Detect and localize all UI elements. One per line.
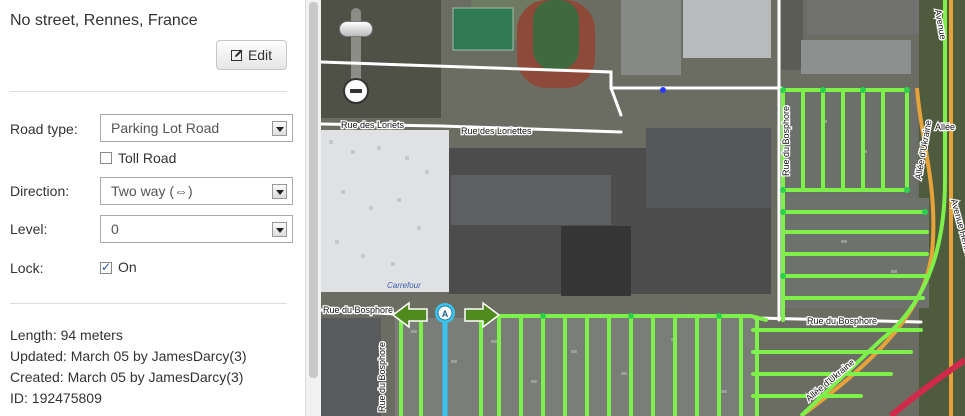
zoom-out-button[interactable] <box>343 78 369 104</box>
zoom-slider-handle[interactable] <box>339 21 373 37</box>
store-label: Carrefour <box>387 281 421 290</box>
street-label: Rue du Bosphore <box>807 316 877 326</box>
segment-id: ID: 192475809 <box>10 390 102 406</box>
lock-checkbox[interactable] <box>100 260 112 274</box>
road-type-label: Road type: <box>10 121 78 137</box>
lock-value-label: On <box>118 259 137 275</box>
road-type-select[interactable]: Parking Lot Road <box>100 114 293 142</box>
level-value: 0 <box>111 221 119 237</box>
panel-scrollbar[interactable] <box>305 0 321 416</box>
divider <box>10 303 287 304</box>
chevron-down-icon <box>272 222 287 237</box>
node-a-marker: A <box>442 309 449 319</box>
street-label: Rue du Bosphore <box>323 305 393 315</box>
direction-label: Direction: <box>10 183 70 199</box>
road-type-value: Parking Lot Road <box>111 120 220 136</box>
chevron-down-icon <box>272 184 287 199</box>
street-label: Rue des Loriets <box>341 120 405 130</box>
toll-road-checkbox[interactable] <box>100 152 112 164</box>
segment-created: Created: March 05 by JamesDarcy(3) <box>10 369 244 385</box>
toll-road-label: Toll Road <box>118 150 177 166</box>
segment-updated: Updated: March 05 by JamesDarcy(3) <box>10 348 247 364</box>
edit-button-label: Edit <box>247 47 273 63</box>
level-label: Level: <box>10 221 48 237</box>
street-label: Allée <box>935 122 955 132</box>
street-label: Rue des Loriettes <box>461 126 532 136</box>
lock-label: Lock: <box>10 260 44 276</box>
edit-address-button[interactable]: Edit <box>216 40 287 70</box>
segment-edit-panel: No street, Rennes, France Edit Road type… <box>0 0 305 416</box>
level-select[interactable]: 0 <box>100 215 293 243</box>
direction-value: Two way (⇔) <box>111 183 193 199</box>
street-label: Rue du Bosphore <box>781 106 791 176</box>
divider <box>10 91 287 92</box>
segment-length: Length: 94 meters <box>10 327 123 343</box>
pencil-square-icon <box>230 49 243 61</box>
scrollbar-thumb[interactable] <box>309 2 318 378</box>
chevron-down-icon <box>272 121 287 136</box>
street-label: Rue du Bosphore <box>377 342 387 412</box>
satellite-map[interactable]: A Rue des Loriets Rue des Loriettes Rue … <box>321 0 965 416</box>
direction-select[interactable]: Two way (⇔) <box>100 177 293 205</box>
zoom-control <box>339 8 373 108</box>
segment-address: No street, Rennes, France <box>10 12 198 29</box>
map-view[interactable]: A Rue des Loriets Rue des Loriettes Rue … <box>321 0 965 416</box>
